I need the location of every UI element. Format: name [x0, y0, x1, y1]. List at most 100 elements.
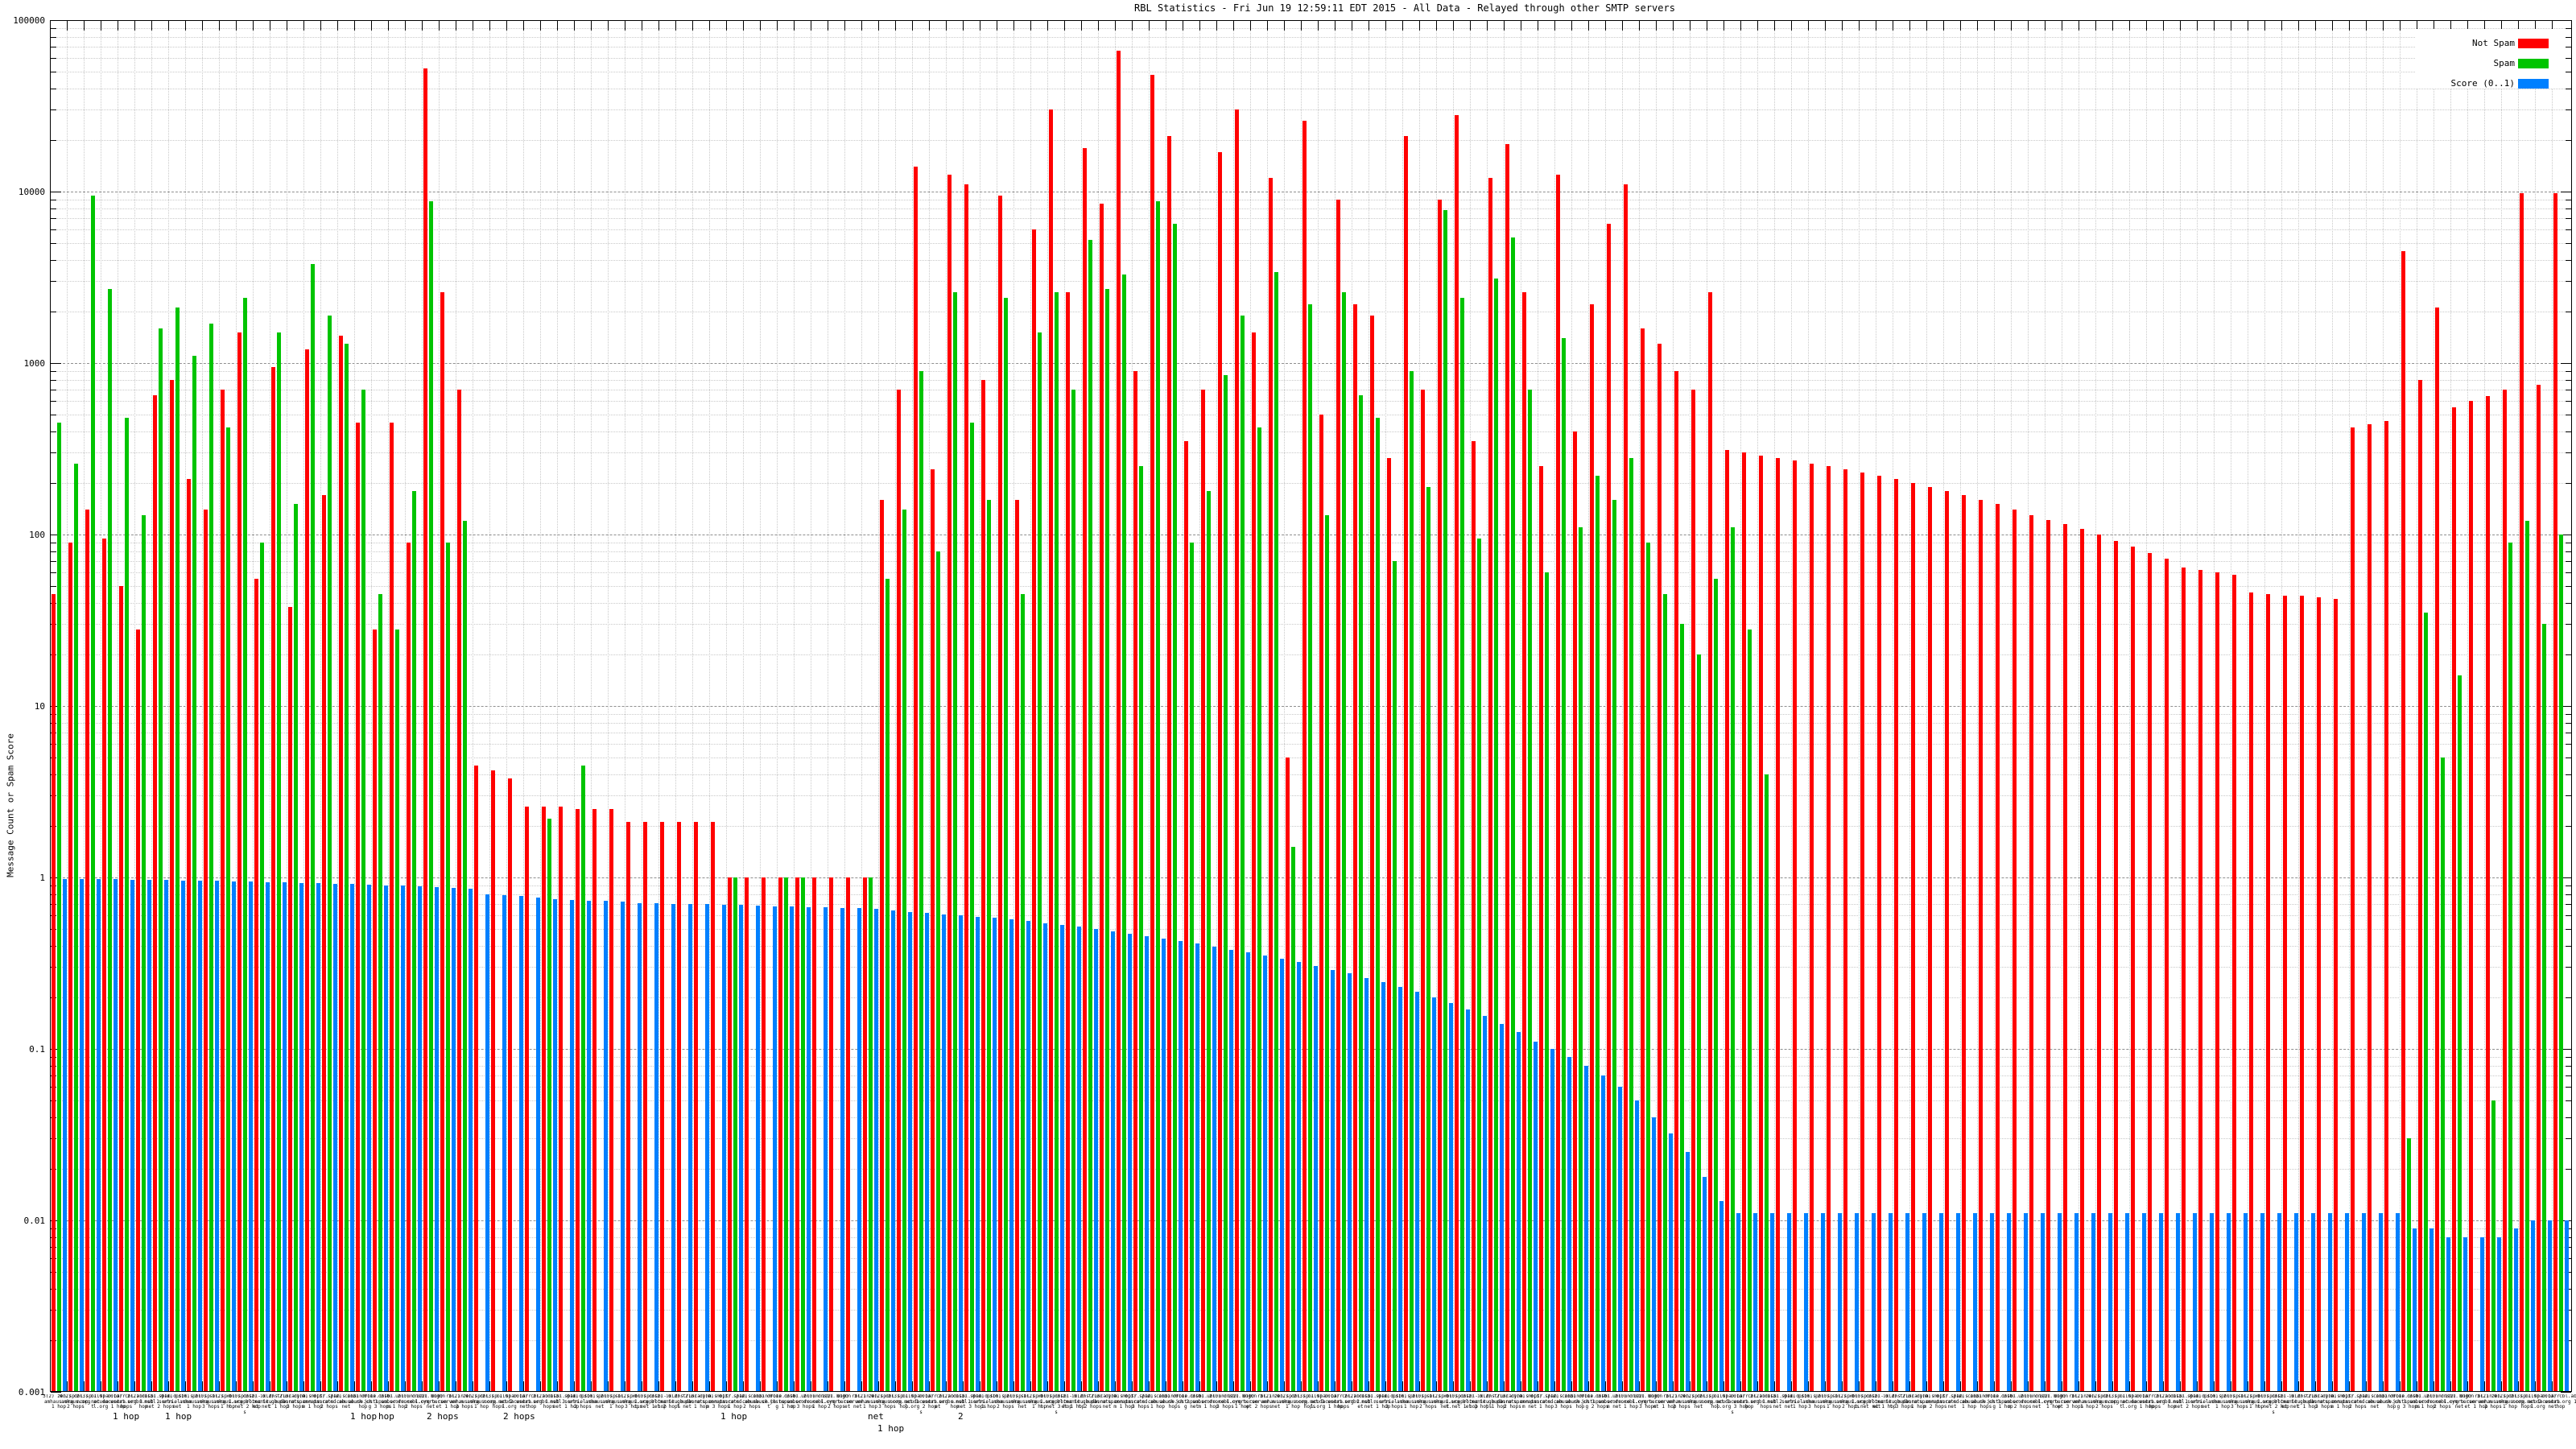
bar-spam	[260, 543, 264, 1391]
x-gridline	[2028, 21, 2029, 1391]
bar-not-spam	[778, 877, 782, 1391]
bar-not-spam	[525, 807, 529, 1391]
bar-score-0-1-	[1601, 1075, 1605, 1391]
x-tick-bottom	[320, 1381, 321, 1391]
x-tick-bottom	[84, 1381, 85, 1391]
bar-spam	[1393, 561, 1397, 1391]
x-tick-top	[67, 21, 68, 31]
x-tick-top	[388, 21, 389, 31]
bar-spam	[886, 579, 890, 1391]
x-tick-bottom	[1030, 1381, 1031, 1391]
x-tick-bottom	[134, 1381, 135, 1391]
bar-score-0-1-	[2345, 1213, 2349, 1391]
bar-not-spam	[2334, 599, 2338, 1391]
x-tick-bottom	[1588, 1381, 1589, 1391]
x-gridline	[2383, 21, 2384, 1391]
x-tick-top	[2281, 21, 2282, 31]
y-minor-tick	[2566, 1138, 2571, 1139]
x-tick-bottom	[963, 1381, 964, 1391]
y-tick-label: 0.01	[2, 1216, 45, 1225]
bar-score-0-1-	[1500, 1024, 1504, 1391]
bar-not-spam	[2418, 380, 2422, 1391]
bar-not-spam	[677, 822, 681, 1391]
bar-score-0-1-	[2497, 1237, 2501, 1391]
y-minor-tick	[51, 551, 56, 552]
bar-score-0-1-	[502, 895, 506, 1391]
x-tick-top	[320, 21, 321, 31]
bar-score-0-1-	[688, 904, 692, 1391]
bar-score-0-1-	[638, 903, 642, 1391]
y-minor-tick	[51, 572, 56, 573]
bar-score-0-1-	[604, 901, 608, 1391]
x-tick-top	[151, 21, 152, 31]
x-gridline	[658, 21, 659, 1391]
bar-spam	[801, 877, 805, 1391]
bar-not-spam	[1590, 304, 1594, 1391]
bar-not-spam	[1421, 390, 1425, 1391]
bar-spam	[869, 877, 873, 1391]
y-tick-label: 10	[2, 702, 45, 711]
x-gridline	[1284, 21, 1285, 1391]
x-tick-bottom	[1098, 1381, 1099, 1391]
x-tick-bottom	[2383, 1381, 2384, 1391]
x-tick-bottom	[151, 1381, 152, 1391]
x-hop-label: 2	[958, 1411, 964, 1422]
bar-spam	[1562, 338, 1566, 1391]
bar-not-spam	[1201, 390, 1205, 1391]
x-gridline	[405, 21, 406, 1391]
y-minor-tick	[51, 218, 56, 219]
x-gridline	[2112, 21, 2113, 1391]
y-minor-tick	[2566, 243, 2571, 244]
bar-not-spam	[1167, 136, 1171, 1391]
x-tick-bottom	[50, 1381, 51, 1391]
bar-score-0-1-	[1973, 1213, 1977, 1391]
bar-spam	[395, 630, 399, 1391]
bar-score-0-1-	[536, 898, 540, 1391]
bar-spam	[1596, 476, 1600, 1391]
x-gridline	[1098, 21, 1099, 1391]
bar-not-spam	[981, 380, 985, 1391]
bar-not-spam	[609, 809, 613, 1391]
bar-not-spam	[373, 630, 377, 1391]
bar-spam	[463, 521, 467, 1391]
x-tick-top	[2129, 21, 2130, 31]
bar-score-0-1-	[1314, 966, 1318, 1391]
bar-score-0-1-	[1770, 1213, 1774, 1391]
x-tick-top	[963, 21, 964, 31]
bar-spam	[209, 324, 213, 1391]
x-tick-bottom	[1554, 1381, 1555, 1391]
y-minor-tick	[2566, 723, 2571, 724]
bar-not-spam	[576, 809, 580, 1391]
x-tick-bottom	[861, 1381, 862, 1391]
x-tick-top	[1470, 21, 1471, 31]
y-minor-tick	[2566, 624, 2571, 625]
x-gridline	[1064, 21, 1065, 1391]
bar-not-spam	[2503, 390, 2507, 1391]
bar-spam	[1748, 630, 1752, 1391]
x-gridline	[692, 21, 693, 1391]
bar-not-spam	[592, 809, 597, 1391]
bar-not-spam	[2097, 535, 2101, 1391]
bar-spam	[1680, 624, 1684, 1391]
x-gridline	[2467, 21, 2468, 1391]
bar-not-spam	[119, 586, 123, 1391]
x-tick-top	[1977, 21, 1978, 31]
bar-score-0-1-	[2074, 1213, 2079, 1391]
bar-score-0-1-	[790, 906, 794, 1391]
bar-spam	[57, 423, 61, 1391]
x-gridline	[2197, 21, 2198, 1391]
x-gridline	[2349, 21, 2350, 1391]
bar-spam	[1494, 279, 1498, 1391]
x-gridline	[557, 21, 558, 1391]
x-tick-top	[1605, 21, 1606, 31]
bar-spam	[970, 423, 974, 1391]
y-minor-tick	[51, 380, 56, 381]
y-minor-tick	[51, 586, 56, 587]
y-minor-gridline	[51, 109, 2571, 110]
bar-score-0-1-	[1077, 927, 1081, 1391]
x-tick-bottom	[777, 1381, 778, 1391]
x-gridline	[185, 21, 186, 1391]
bar-score-0-1-	[2328, 1213, 2332, 1391]
x-tick-bottom	[354, 1381, 355, 1391]
y-tick-label: 1	[2, 873, 45, 882]
